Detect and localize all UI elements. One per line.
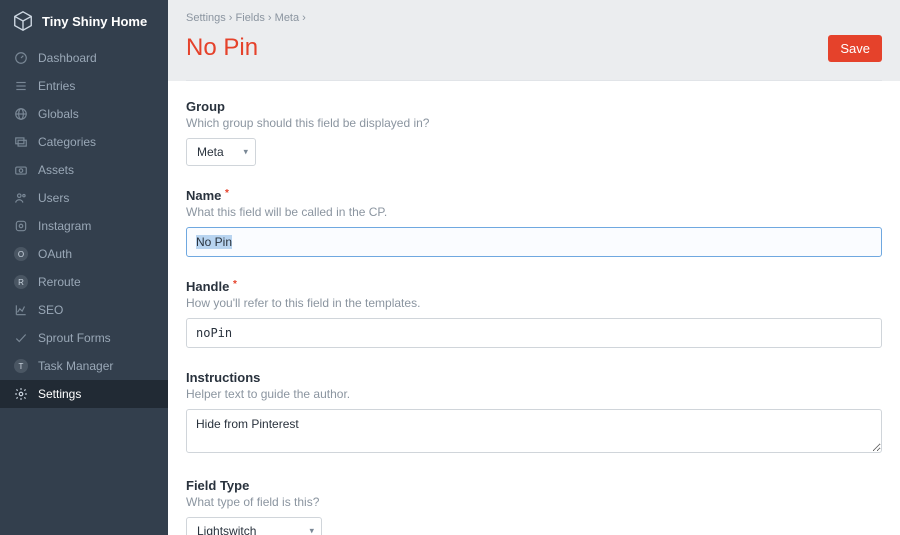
folders-icon [14, 135, 28, 149]
sidebar-item-label: Users [38, 191, 69, 205]
instructions-help: Helper text to guide the author. [186, 387, 882, 401]
breadcrumb: Settings › Fields › Meta › [186, 12, 882, 24]
breadcrumb-fields[interactable]: Fields [236, 12, 265, 24]
sidebar-item-label: Entries [38, 79, 75, 93]
gauge-icon [14, 51, 28, 65]
sidebar-item-label: Sprout Forms [38, 331, 111, 345]
instagram-icon [14, 219, 28, 233]
brand: Tiny Shiny Home [0, 0, 168, 44]
sidebar-item-entries[interactable]: Entries [0, 72, 168, 100]
handle-help: How you'll refer to this field in the te… [186, 296, 882, 310]
sidebar-item-label: Reroute [38, 275, 81, 289]
sidebar-item-label: Settings [38, 387, 81, 401]
breadcrumb-settings[interactable]: Settings [186, 12, 226, 24]
name-help: What this field will be called in the CP… [186, 205, 882, 219]
gear-icon [14, 387, 28, 401]
globe-icon [14, 107, 28, 121]
name-input[interactable] [186, 227, 882, 257]
fieldtype-help: What type of field is this? [186, 495, 882, 509]
group-label: Group [186, 99, 882, 114]
users-icon [14, 191, 28, 205]
nav: Dashboard Entries Globals Categories Assets U… [0, 44, 168, 408]
instructions-textarea[interactable] [186, 409, 882, 453]
oauth-icon: O [14, 247, 28, 261]
logo-icon [12, 10, 34, 32]
sidebar-item-dashboard[interactable]: Dashboard [0, 44, 168, 72]
sidebar-item-settings[interactable]: Settings [0, 380, 168, 408]
instructions-label: Instructions [186, 370, 882, 385]
save-button[interactable]: Save [828, 35, 882, 62]
main: Settings › Fields › Meta › No Pin Save G… [168, 0, 900, 535]
brand-name: Tiny Shiny Home [42, 14, 147, 29]
handle-input[interactable] [186, 318, 882, 348]
page-title: No Pin [186, 34, 258, 62]
fieldtype-select[interactable]: Lightswitch [186, 517, 322, 535]
group-select[interactable]: Meta [186, 138, 256, 166]
handle-label: Handle [186, 279, 229, 294]
sidebar-item-label: Task Manager [38, 359, 113, 373]
topbar: Settings › Fields › Meta › No Pin Save [168, 0, 900, 81]
sidebar: Tiny Shiny Home Dashboard Entries Globals C… [0, 0, 168, 535]
sidebar-item-label: Assets [38, 163, 74, 177]
fieldtype-label: Field Type [186, 478, 882, 493]
sidebar-item-instagram[interactable]: Instagram [0, 212, 168, 240]
sidebar-item-globals[interactable]: Globals [0, 100, 168, 128]
sidebar-item-label: Dashboard [38, 51, 97, 65]
sidebar-item-reroute[interactable]: R Reroute [0, 268, 168, 296]
list-icon [14, 79, 28, 93]
sidebar-item-label: Instagram [38, 219, 91, 233]
sidebar-item-sprout-forms[interactable]: Sprout Forms [0, 324, 168, 352]
group-help: Which group should this field be display… [186, 116, 882, 130]
name-label: Name [186, 188, 221, 203]
sidebar-item-assets[interactable]: Assets [0, 156, 168, 184]
sidebar-item-categories[interactable]: Categories [0, 128, 168, 156]
task-icon: T [14, 359, 28, 373]
chart-icon [14, 303, 28, 317]
check-icon [14, 331, 28, 345]
required-icon: * [233, 279, 237, 290]
sidebar-item-seo[interactable]: SEO [0, 296, 168, 324]
sidebar-item-oauth[interactable]: O OAuth [0, 240, 168, 268]
sidebar-item-users[interactable]: Users [0, 184, 168, 212]
sidebar-item-label: Categories [38, 135, 96, 149]
sidebar-item-label: SEO [38, 303, 63, 317]
reroute-icon: R [14, 275, 28, 289]
camera-icon [14, 163, 28, 177]
form: Group Which group should this field be d… [168, 81, 900, 535]
sidebar-item-label: OAuth [38, 247, 72, 261]
breadcrumb-meta[interactable]: Meta [275, 12, 299, 24]
sidebar-item-label: Globals [38, 107, 79, 121]
required-icon: * [225, 188, 229, 199]
sidebar-item-task-manager[interactable]: T Task Manager [0, 352, 168, 380]
